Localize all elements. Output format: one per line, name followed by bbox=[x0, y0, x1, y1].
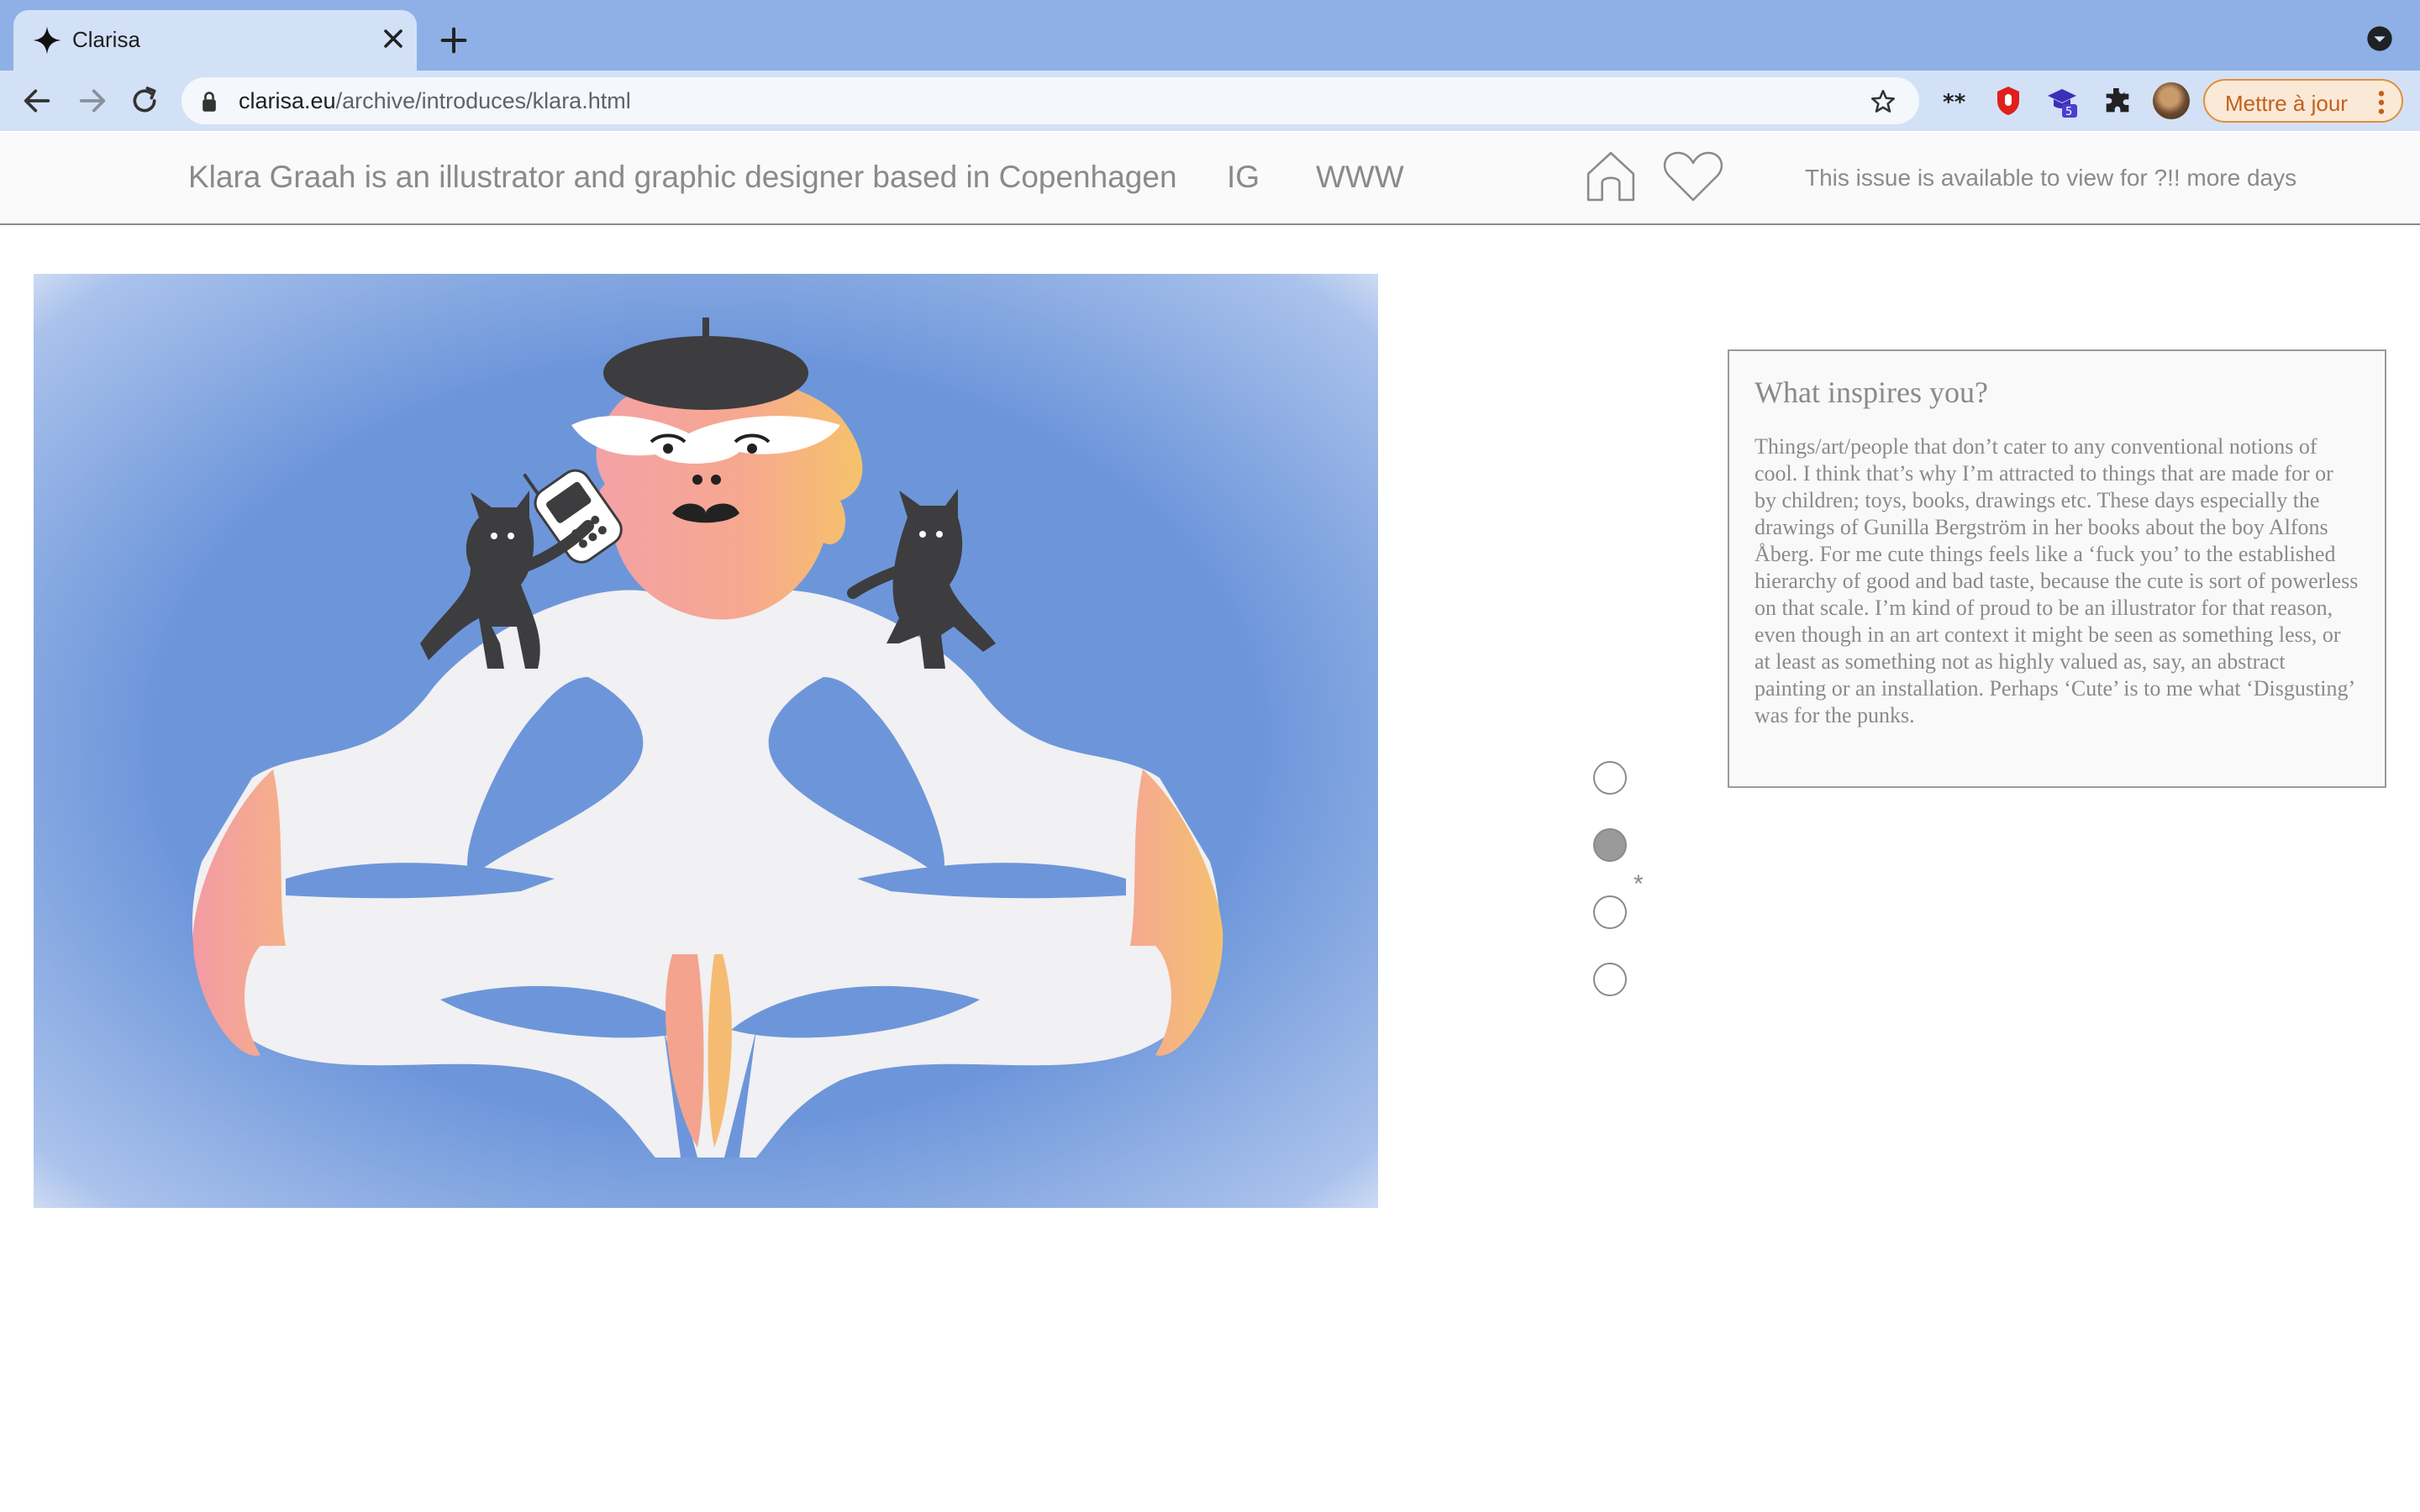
update-button[interactable]: Mettre à jour bbox=[2203, 79, 2403, 123]
extension-badge: 5 bbox=[2065, 106, 2072, 118]
close-tab-icon[interactable] bbox=[378, 24, 408, 54]
tab-title: Clarisa bbox=[72, 27, 140, 52]
question-heading: What inspires you? bbox=[1754, 375, 1988, 409]
browser-tab[interactable]: Clarisa bbox=[13, 10, 417, 71]
url-text[interactable]: clarisa.eu/archive/introduces/klara.html bbox=[239, 88, 631, 114]
reload-icon[interactable] bbox=[128, 84, 161, 118]
browser-tab-strip: Clarisa bbox=[0, 0, 2420, 71]
slide-dot-4[interactable] bbox=[1593, 963, 1627, 996]
heart-icon[interactable] bbox=[1662, 150, 1724, 203]
slide-dot-3[interactable] bbox=[1593, 895, 1627, 929]
new-tab-icon[interactable] bbox=[437, 24, 471, 57]
back-arrow-icon[interactable] bbox=[20, 84, 54, 118]
more-vertical-icon[interactable] bbox=[2373, 89, 2390, 116]
url-host: clarisa.eu bbox=[239, 88, 336, 113]
slide-dot-2-active[interactable] bbox=[1593, 828, 1627, 862]
graduation-extension-icon[interactable]: 5 bbox=[2045, 84, 2079, 118]
artist-tagline: Klara Graah is an illustrator and graphi… bbox=[188, 160, 1177, 194]
profile-avatar[interactable] bbox=[2153, 82, 2190, 119]
update-label: Mettre à jour bbox=[2225, 91, 2348, 116]
slide-marker-asterisk: * bbox=[1634, 870, 1644, 898]
slide-dot-1[interactable] bbox=[1593, 761, 1627, 795]
puzzle-extensions-icon[interactable] bbox=[2101, 84, 2134, 118]
availability-notice: This issue is available to view for ?!! … bbox=[1805, 165, 2297, 191]
sparkle-favicon-icon bbox=[33, 26, 61, 55]
browser-toolbar: clarisa.eu/archive/introduces/klara.html… bbox=[0, 71, 2420, 131]
tab-search-icon[interactable] bbox=[2366, 25, 2393, 52]
lock-icon[interactable] bbox=[200, 91, 218, 113]
adblock-extension-icon[interactable] bbox=[1991, 84, 2025, 118]
artwork-illustration bbox=[34, 274, 1378, 1208]
bookmark-star-icon[interactable] bbox=[1869, 87, 1897, 116]
qa-card: What inspires you? Things/art/people tha… bbox=[1728, 349, 2386, 788]
address-bar[interactable]: clarisa.eu/archive/introduces/klara.html bbox=[182, 77, 1919, 124]
www-link[interactable]: WWW bbox=[1316, 160, 1404, 195]
answer-text: Things/art/people that don’t cater to an… bbox=[1754, 434, 2359, 727]
extension-asterisks-icon[interactable]: ** bbox=[1939, 84, 1973, 118]
forward-arrow-icon[interactable] bbox=[76, 84, 109, 118]
svg-text:**: ** bbox=[1943, 90, 1966, 115]
url-path: /archive/introduces/klara.html bbox=[335, 88, 631, 113]
site-header: Klara Graah is an illustrator and graphi… bbox=[0, 133, 2420, 225]
ig-link[interactable]: IG bbox=[1227, 160, 1260, 195]
home-icon[interactable] bbox=[1585, 150, 1637, 202]
